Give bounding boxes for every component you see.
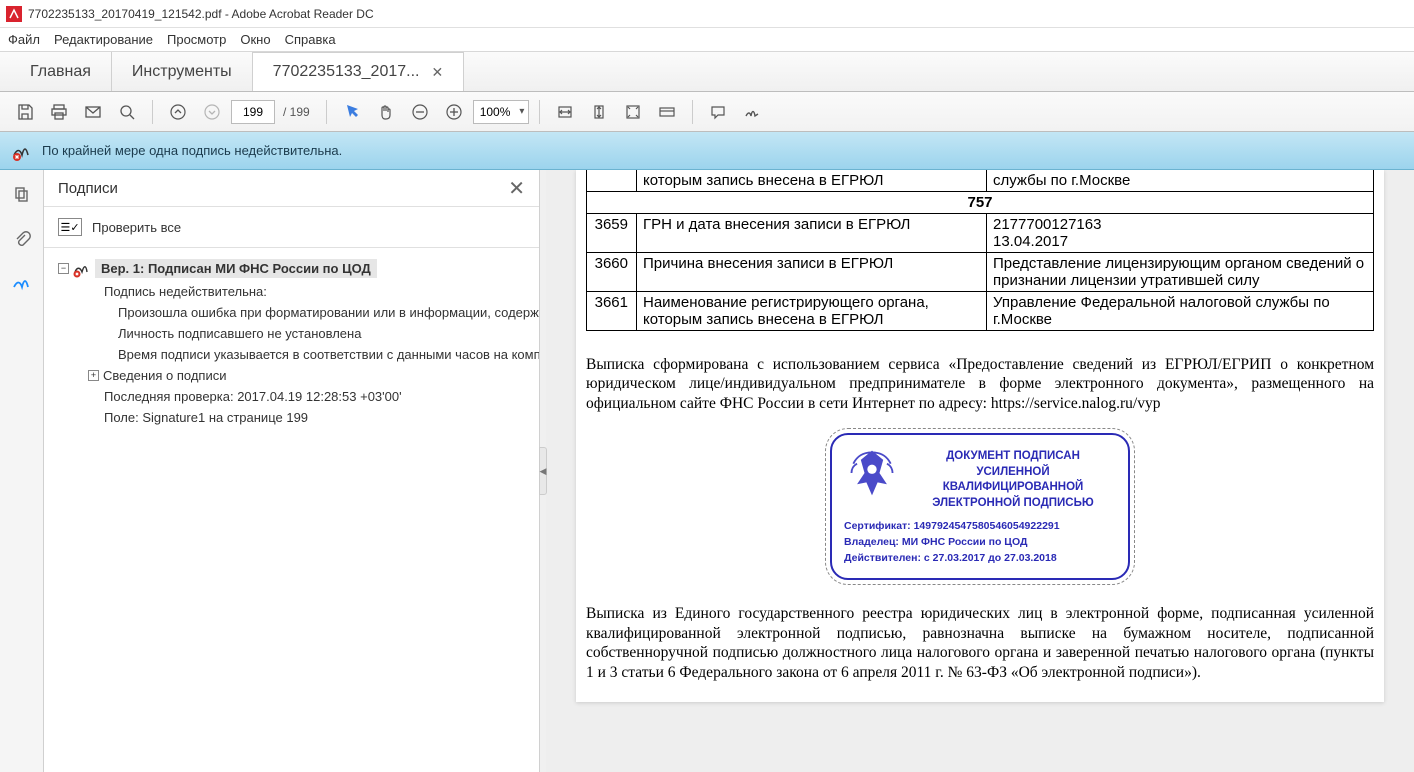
menu-file[interactable]: Файл [8, 32, 40, 47]
page-up-icon[interactable] [163, 97, 193, 127]
pdf-page: которым запись внесена в ЕГРЮЛ службы по… [576, 170, 1384, 702]
signature-version-label: Вер. 1: Подписан МИ ФНС России по ЦОД [95, 259, 377, 278]
print-icon[interactable] [44, 97, 74, 127]
separator [326, 100, 327, 124]
acrobat-app-icon [6, 6, 22, 22]
left-rail [0, 170, 44, 772]
close-icon[interactable]: ✕ [431, 64, 443, 81]
separator [692, 100, 693, 124]
thumbnails-icon[interactable] [9, 182, 35, 208]
close-icon[interactable]: ✕ [508, 176, 525, 201]
save-icon[interactable] [10, 97, 40, 127]
signatures-panel: Подписи ✕ ☰✓ Проверить все − Вер. 1: Под… [44, 170, 540, 772]
menu-view[interactable]: Просмотр [167, 32, 226, 47]
signature-version-node[interactable]: − Вер. 1: Подписан МИ ФНС России по ЦОД [54, 256, 529, 281]
check-all-button[interactable]: Проверить все [92, 220, 181, 235]
tree-row: Последняя проверка: 2017.04.19 12:28:53 … [54, 386, 529, 407]
read-mode-icon[interactable] [652, 97, 682, 127]
page-total-label: / 199 [283, 105, 310, 119]
separator [539, 100, 540, 124]
hand-icon[interactable] [371, 97, 401, 127]
table-section-row: 757 [587, 192, 1374, 214]
menu-window[interactable]: Окно [240, 32, 270, 47]
tab-tools[interactable]: Инструменты [112, 52, 253, 91]
menubar: Файл Редактирование Просмотр Окно Справк… [0, 28, 1414, 52]
paragraph: Выписка из Единого государственного реес… [586, 604, 1374, 682]
table-row: 3660 Причина внесения записи в ЕГРЮЛ Пре… [587, 253, 1374, 292]
comment-icon[interactable] [703, 97, 733, 127]
signatures-icon[interactable] [9, 270, 35, 296]
table-row: 3661 Наименование регистрирующего органа… [587, 292, 1374, 331]
menu-edit[interactable]: Редактирование [54, 32, 153, 47]
signature-details-node[interactable]: + Сведения о подписи [54, 365, 529, 386]
window-title: 7702235133_20170419_121542.pdf - Adobe A… [28, 7, 374, 21]
check-all-icon[interactable]: ☰✓ [58, 218, 82, 236]
table-row: которым запись внесена в ЕГРЮЛ службы по… [587, 170, 1374, 192]
splitter-handle-icon[interactable]: ◀ [539, 447, 547, 495]
tab-document[interactable]: 7702235133_2017... ✕ [253, 52, 465, 91]
attachments-icon[interactable] [9, 226, 35, 252]
menu-help[interactable]: Справка [285, 32, 336, 47]
page-down-icon[interactable] [197, 97, 227, 127]
signature-invalid-icon [12, 141, 32, 161]
pointer-icon[interactable] [337, 97, 367, 127]
tree-row: Время подписи указывается в соответствии… [54, 344, 529, 365]
titlebar: 7702235133_20170419_121542.pdf - Adobe A… [0, 0, 1414, 28]
splitter[interactable]: ◀ [540, 170, 546, 772]
signature-tree: − Вер. 1: Подписан МИ ФНС России по ЦОД … [44, 248, 539, 772]
tabbar: Главная Инструменты 7702235133_2017... ✕ [0, 52, 1414, 92]
tree-row: Личность подписавшего не установлена [54, 323, 529, 344]
tree-row: Поле: Signature1 на странице 199 [54, 407, 529, 428]
signature-invalid-icon [73, 260, 91, 278]
tree-row: Произошла ошибка при форматировании или … [54, 302, 529, 323]
zoom-in-icon[interactable] [439, 97, 469, 127]
signature-status-bar: По крайней мере одна подпись недействите… [0, 132, 1414, 170]
emblem-icon [844, 445, 900, 501]
paragraph: Выписка сформирована с использованием се… [586, 355, 1374, 413]
collapse-icon[interactable]: − [58, 263, 69, 274]
document-viewport[interactable]: которым запись внесена в ЕГРЮЛ службы по… [546, 170, 1414, 772]
sign-icon[interactable] [737, 97, 767, 127]
stamp-fields: Сертификат: 1497924547580546054922291 Вл… [844, 519, 1116, 566]
fit-page-icon[interactable] [584, 97, 614, 127]
signature-status-text: По крайней мере одна подпись недействите… [42, 143, 342, 158]
page-number-input[interactable] [231, 100, 275, 124]
panel-header: Подписи ✕ [44, 170, 539, 206]
tree-row: Подпись недействительна: [54, 281, 529, 302]
main-area: Подписи ✕ ☰✓ Проверить все − Вер. 1: Под… [0, 170, 1414, 772]
registry-table: которым запись внесена в ЕГРЮЛ службы по… [586, 170, 1374, 331]
search-icon[interactable] [112, 97, 142, 127]
panel-toolbar: ☰✓ Проверить все [44, 206, 539, 248]
expand-icon[interactable]: + [88, 370, 99, 381]
panel-title: Подписи [58, 180, 118, 197]
email-icon[interactable] [78, 97, 108, 127]
tab-home[interactable]: Главная [10, 52, 112, 91]
separator [152, 100, 153, 124]
table-row: 3659 ГРН и дата внесения записи в ЕГРЮЛ … [587, 214, 1374, 253]
toolbar: / 199 100% [0, 92, 1414, 132]
fit-width-icon[interactable] [550, 97, 580, 127]
zoom-select[interactable]: 100% [473, 100, 530, 124]
zoom-out-icon[interactable] [405, 97, 435, 127]
fullscreen-icon[interactable] [618, 97, 648, 127]
signature-stamp: ДОКУМЕНТ ПОДПИСАН УСИЛЕННОЙ КВАЛИФИЦИРОВ… [830, 433, 1130, 580]
stamp-title: ДОКУМЕНТ ПОДПИСАН УСИЛЕННОЙ КВАЛИФИЦИРОВ… [910, 445, 1116, 511]
